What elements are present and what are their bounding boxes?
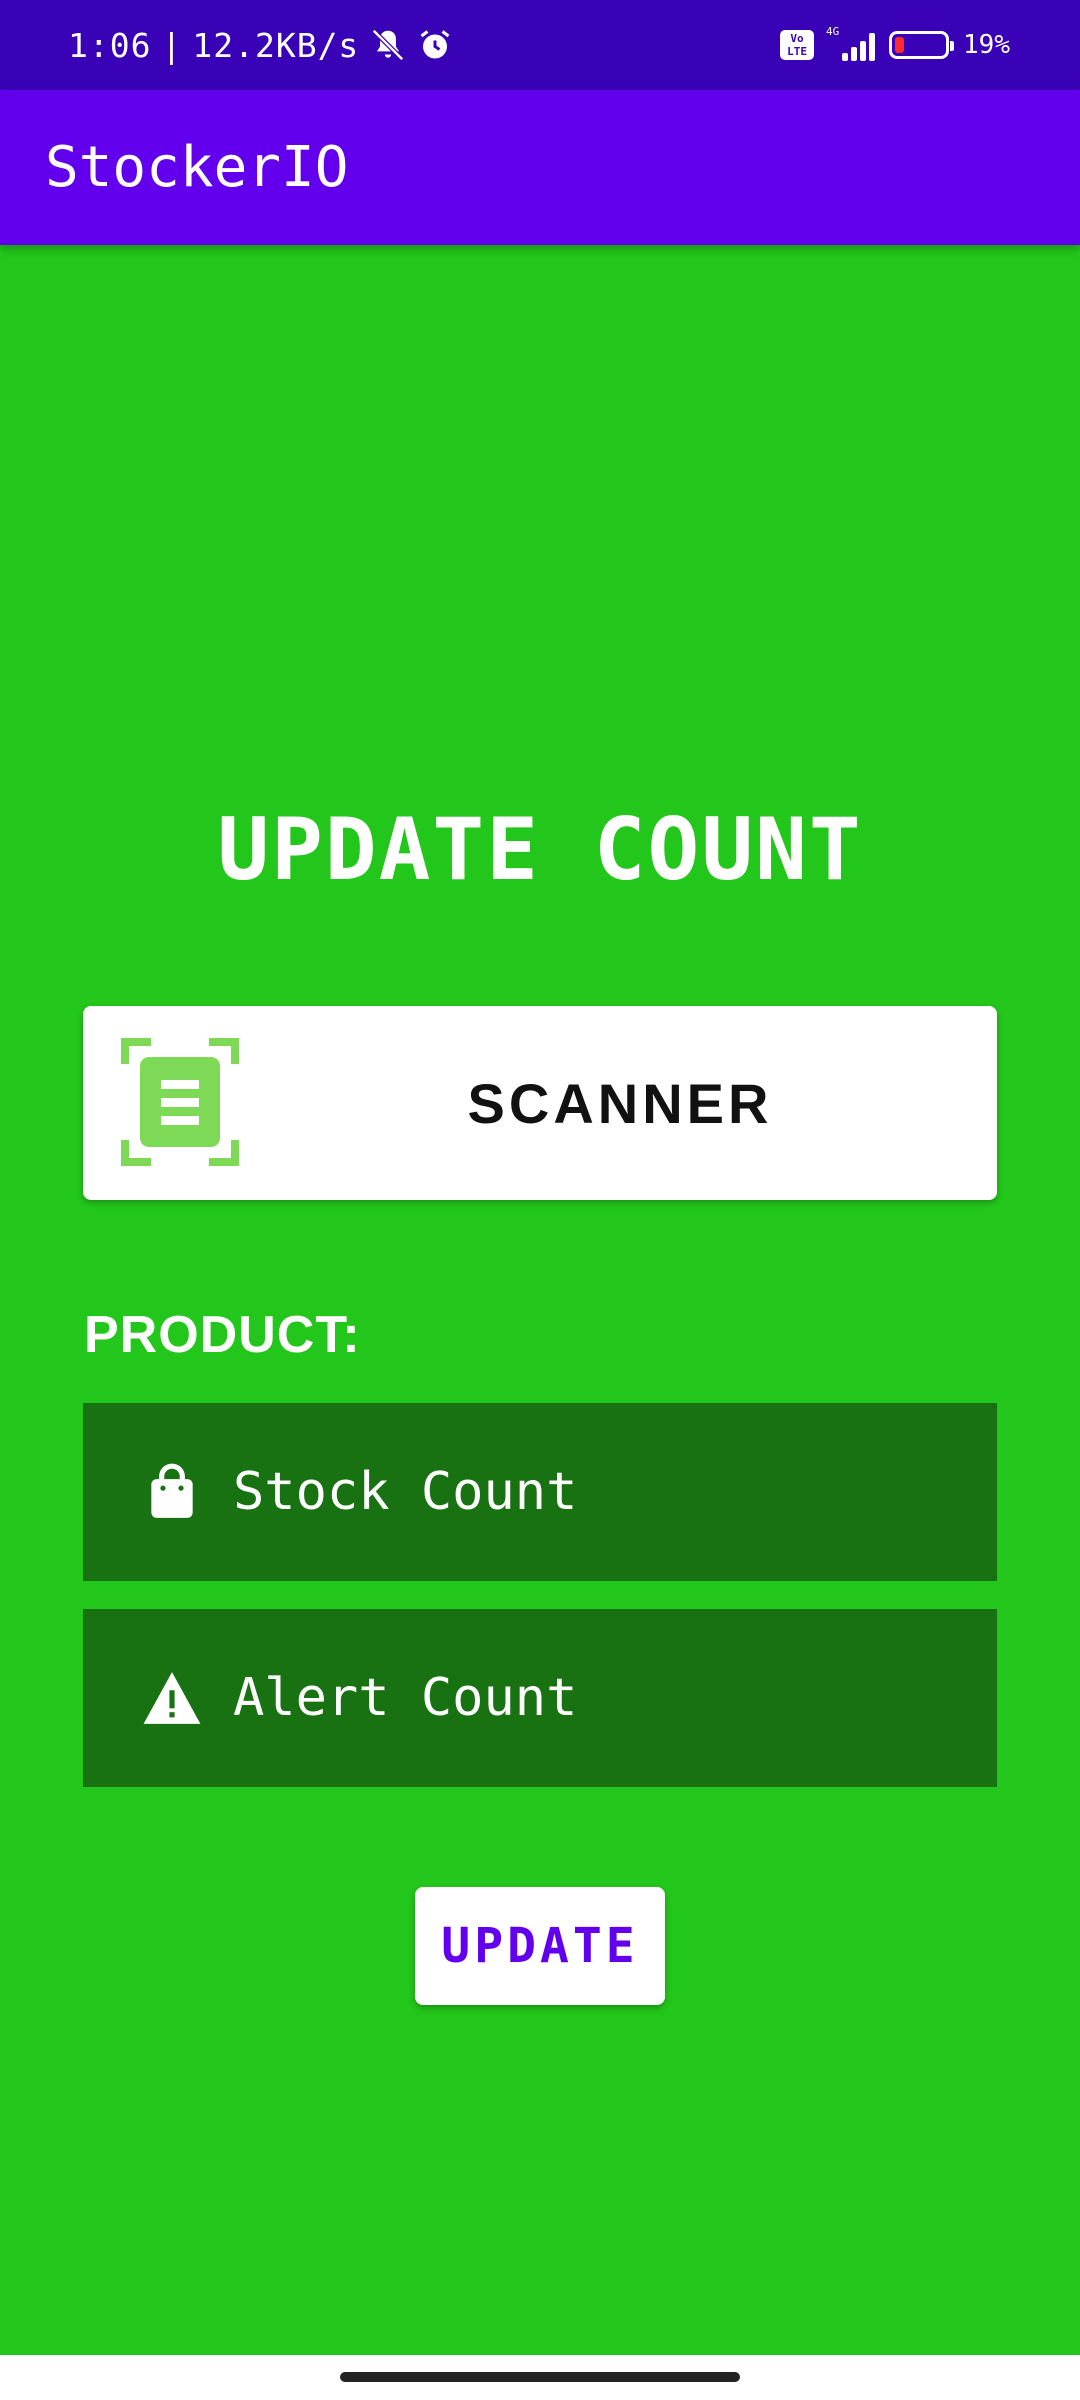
status-bar: 1:06 | 12.2KB/s Vo LTE 4G 19% — [0, 0, 1080, 90]
scanner-button-label: SCANNER — [467, 1071, 773, 1135]
signal-bar — [860, 41, 867, 61]
network-speed: 12.2KB/s — [192, 25, 360, 65]
network-type: 4G — [826, 25, 840, 38]
page-heading: UPDATE COUNT — [217, 800, 863, 900]
status-right: Vo LTE 4G 19% — [780, 0, 1010, 90]
app-bar: StockerIO — [0, 90, 1080, 245]
stock-count-placeholder: Stock Count — [233, 1462, 578, 1522]
signal-bar — [869, 33, 876, 61]
navigation-bar — [0, 2355, 1080, 2400]
scanner-button[interactable]: SCANNER — [83, 1006, 997, 1200]
signal-icon: 4G — [826, 25, 876, 61]
barcode-scanner-icon — [121, 1038, 239, 1166]
app-title: StockerIO — [45, 135, 349, 200]
home-gesture-handle[interactable] — [340, 2372, 740, 2382]
volte-bottom: LTE — [787, 45, 807, 58]
alert-count-placeholder: Alert Count — [233, 1668, 578, 1728]
warning-icon — [143, 1672, 201, 1724]
update-button[interactable]: UPDATE — [415, 1887, 665, 2005]
volte-top: Vo — [790, 32, 804, 45]
status-left: 1:06 | 12.2KB/s — [68, 0, 453, 90]
product-label: PRODUCT: — [84, 1306, 361, 1364]
alarm-icon — [420, 30, 450, 59]
battery-fill — [895, 37, 905, 53]
signal-bar — [851, 47, 858, 61]
battery-percent: 19% — [963, 30, 1010, 60]
stock-count-field[interactable]: Stock Count — [83, 1403, 997, 1581]
bell-muted-icon — [372, 29, 405, 61]
signal-bar — [842, 53, 849, 61]
volte-icon: Vo LTE — [780, 30, 815, 60]
shopping-bag-icon — [151, 1463, 193, 1518]
status-time: 1:06 — [68, 25, 152, 65]
battery-icon — [889, 31, 955, 59]
status-separator: | — [161, 25, 183, 65]
alert-count-field[interactable]: Alert Count — [83, 1609, 997, 1787]
